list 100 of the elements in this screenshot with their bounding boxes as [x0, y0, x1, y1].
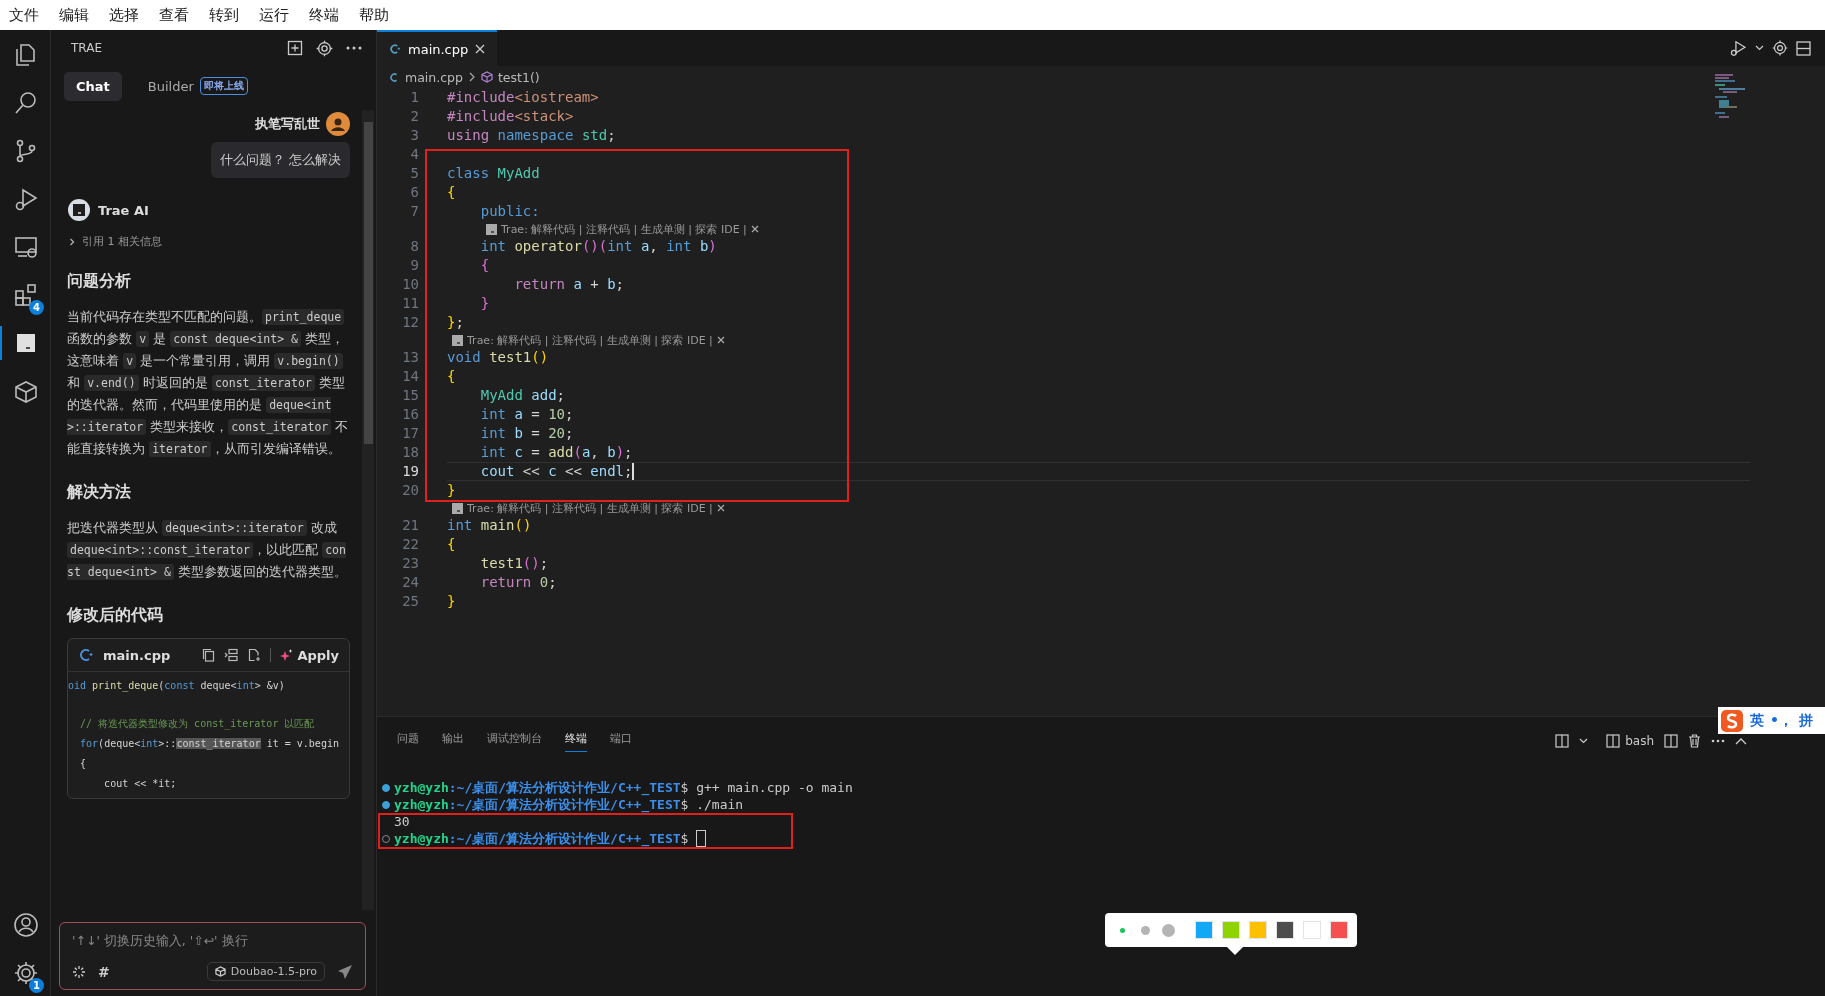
apply-button[interactable]: Apply	[280, 647, 339, 663]
close-icon[interactable]	[475, 44, 486, 54]
close-icon[interactable]	[716, 504, 725, 512]
code-line: class MyAdd	[447, 164, 541, 183]
panel-tab[interactable]: 问题	[397, 730, 419, 752]
menu-item[interactable]: 选择	[109, 5, 139, 25]
color-swatch[interactable]	[1195, 921, 1213, 939]
chat-tab[interactable]: Chat	[64, 71, 122, 101]
search-icon	[13, 90, 39, 116]
codelens-actions[interactable]: Trae: 解释代码 | 注释代码 | 生成单测 | 探索 IDE |	[467, 330, 713, 350]
activity-tab[interactable]: 1	[0, 956, 50, 990]
reference-toggle[interactable]: 引用 1 相关信息	[67, 234, 350, 249]
line-number: 24	[401, 573, 420, 592]
answer-paragraph: 当前代码存在类型不匹配的问题。 print_deque 函数的参数 v 是 const deque<int> & 类型，这意味着 v 是一个常量引用，调用 v.begin() 和 v.end() 时返回的是 const_iterator 类型的迭代器。然而，代码里使用的是 deque<int>::iterator 类型来接收， const_iterator 不能直接转换为 iterator ，从而引发编译错误。	[67, 308, 350, 459]
split-terminal-icon[interactable]	[1555, 734, 1570, 748]
code-line: };	[447, 313, 465, 332]
chevron-icon	[467, 72, 476, 82]
terminal-line: yzh@yzh:~/桌面/算法分析设计作业/C++_TEST$	[394, 830, 689, 847]
chat-tab[interactable]: Builder 即将上线	[135, 70, 260, 102]
account-icon	[13, 912, 39, 938]
input-mode[interactable]: 英	[1750, 711, 1764, 730]
run-debug-icon[interactable]	[1729, 39, 1747, 57]
code-line: int a = 10;	[479, 405, 575, 424]
line-number: 13	[401, 348, 420, 367]
codelens-actions[interactable]: Trae: 解释代码 | 注释代码 | 生成单测 | 探索 IDE |	[467, 498, 713, 518]
section-heading: 修改后的代码	[67, 605, 164, 626]
line-number: 1	[409, 88, 420, 107]
caret-icon[interactable]	[1579, 738, 1589, 744]
line-number: 11	[401, 294, 420, 313]
menu-item[interactable]: 转到	[209, 5, 239, 25]
cpp-file-icon	[389, 43, 401, 55]
color-swatch[interactable]	[1222, 921, 1240, 939]
punctuation-mode[interactable]: •，	[1770, 711, 1793, 730]
line-number: 16	[401, 405, 420, 424]
magic-icon[interactable]	[72, 964, 86, 979]
menu-item[interactable]: 终端	[309, 5, 339, 25]
menu-item[interactable]: 编辑	[59, 5, 89, 25]
context-button[interactable]: #	[98, 963, 110, 980]
code-line: {	[479, 256, 491, 275]
code-line: test1();	[479, 554, 550, 573]
line-number: 23	[401, 554, 420, 573]
panel-tab[interactable]: 端口	[610, 730, 632, 752]
trash-icon[interactable]	[1688, 734, 1701, 748]
line-number: 18	[401, 443, 420, 462]
breadcrumb-item[interactable]: test1()	[497, 69, 540, 85]
new-file-icon[interactable]	[247, 648, 262, 662]
menu-item[interactable]: 帮助	[359, 5, 389, 25]
code-line: #include<stack>	[447, 107, 575, 126]
coming-soon-badge: 即将上线	[199, 77, 248, 95]
model-selector[interactable]: Doubao-1.5-pro	[206, 962, 325, 981]
code-line: {	[447, 183, 457, 202]
run-debug-icon	[13, 186, 39, 212]
caret-icon[interactable]	[1755, 45, 1764, 51]
more-icon[interactable]	[1711, 739, 1725, 743]
close-icon[interactable]	[750, 225, 759, 233]
activity-tab[interactable]: 4	[0, 278, 50, 312]
panel-tab[interactable]: 终端	[565, 730, 587, 752]
codelens-actions[interactable]: Trae: 解释代码 | 注释代码 | 生成单测 | 探索 IDE |	[501, 219, 747, 239]
chevron-up-icon[interactable]	[1735, 737, 1747, 745]
color-swatch[interactable]	[1303, 921, 1321, 939]
cube-icon	[480, 71, 493, 83]
new-chat-icon[interactable]	[287, 40, 303, 56]
close-icon[interactable]	[716, 336, 725, 344]
code-line: int main()	[447, 516, 533, 535]
more-icon[interactable]	[346, 46, 362, 50]
scrollbar[interactable]	[362, 110, 374, 910]
cpp-file-icon	[389, 71, 400, 83]
count-badge: 1	[29, 978, 44, 993]
file-name: main.cpp	[103, 647, 171, 663]
split-editor-icon[interactable]	[1796, 40, 1811, 56]
insert-icon[interactable]	[224, 648, 239, 662]
color-swatch[interactable]	[1249, 921, 1267, 939]
user-message: 什么问题？ 怎么解决	[210, 142, 350, 178]
color-swatch[interactable]	[1276, 921, 1294, 939]
color-swatch[interactable]	[1330, 921, 1348, 939]
user-name: 执笔写乱世	[255, 115, 320, 133]
panel-tab[interactable]: 输出	[442, 730, 464, 752]
chat-input[interactable]: '↑↓' 切换历史输入, '⇧↩' 换行 # Doubao-1.5-pro	[59, 922, 366, 990]
input-layout[interactable]: 拼	[1798, 711, 1813, 730]
line-number: 9	[409, 256, 420, 275]
menu-item[interactable]: 文件	[9, 5, 39, 25]
line-number: 17	[401, 424, 420, 443]
cpp-file-icon	[78, 647, 94, 663]
send-icon[interactable]	[337, 963, 353, 980]
section-heading: 问题分析	[67, 271, 132, 292]
line-number: 12	[401, 313, 420, 332]
copy-icon[interactable]	[202, 648, 216, 662]
line-number: 4	[409, 145, 420, 164]
code-line: {	[79, 757, 88, 771]
menu-item[interactable]: 查看	[159, 5, 189, 25]
panel-tab[interactable]: 调试控制台	[487, 730, 542, 752]
breadcrumb-item[interactable]: main.cpp	[405, 69, 463, 85]
editor-tab[interactable]: main.cpp	[377, 30, 498, 66]
line-number: 7	[409, 202, 420, 221]
split-terminal-icon[interactable]	[1664, 734, 1678, 748]
line-number: 10	[401, 275, 420, 294]
menu-item[interactable]: 运行	[259, 5, 289, 25]
panel-title: TRAE	[71, 41, 102, 55]
terminal-selector[interactable]: bash	[1606, 734, 1654, 748]
line-number: 14	[401, 367, 420, 386]
